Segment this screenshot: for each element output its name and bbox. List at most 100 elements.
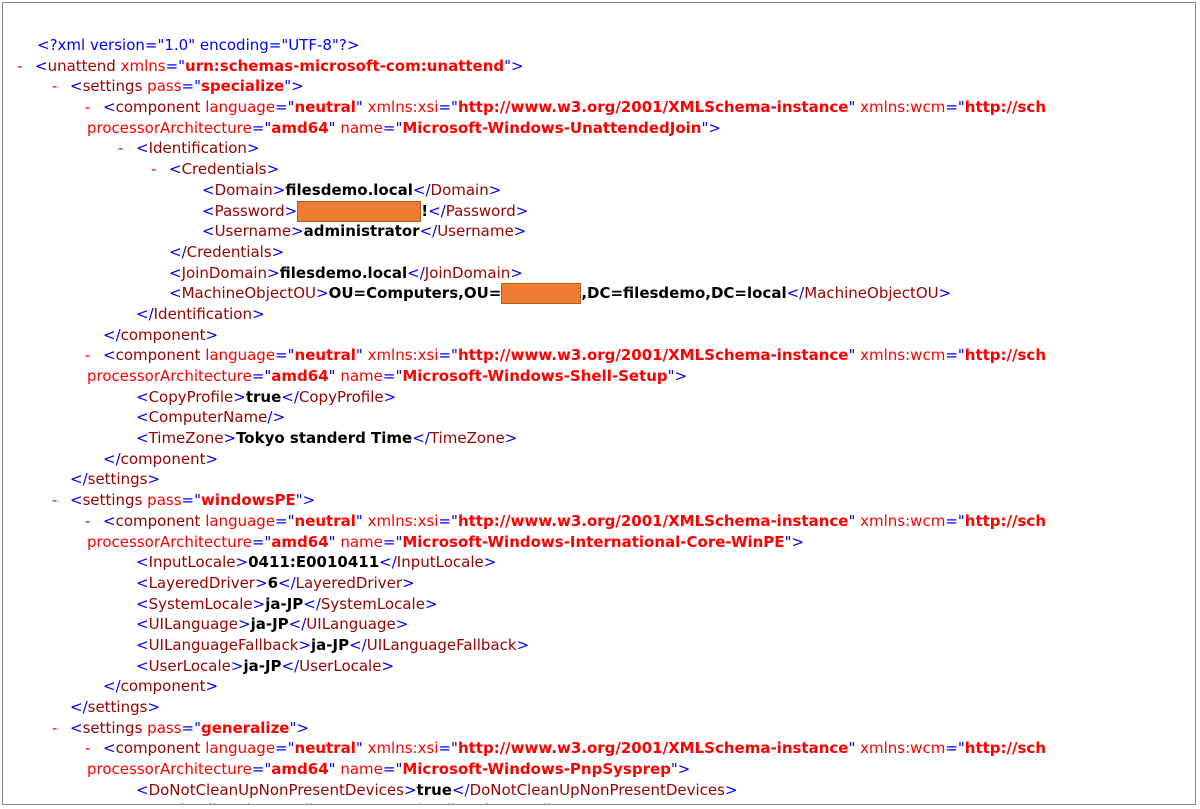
bracket: > — [246, 139, 260, 158]
xml-line-content: <UserLocale>ja-JP</UserLocale> — [136, 656, 394, 677]
tag-name: PersistAllDeviceInstalls — [387, 801, 559, 804]
bracket: </ — [103, 449, 121, 468]
collapse-toggle[interactable]: - — [85, 511, 90, 532]
computername-line: <ComputerName/> — [3, 407, 1195, 428]
attr-value: http://sch — [964, 346, 1046, 365]
element-line: <SystemLocale>ja-JP</SystemLocale> — [3, 594, 1195, 615]
element-value: filesdemo.local — [279, 263, 408, 282]
bracket: > — [302, 491, 316, 510]
tag-name: component — [115, 346, 201, 365]
bracket: </ — [103, 325, 121, 344]
xml-line-content: </component> — [103, 449, 218, 470]
bracket: > — [252, 594, 266, 613]
xml-line-content: processorArchitecture="amd64" name="Micr… — [87, 118, 721, 139]
settings-close: </settings> — [3, 469, 1195, 490]
collapse-toggle[interactable]: - — [85, 345, 90, 366]
attr-name: language — [200, 98, 276, 117]
collapse-toggle[interactable]: - — [52, 718, 57, 739]
component-open-line: - <component language="neutral" xmlns:xsi… — [3, 738, 1195, 759]
element-value: true — [334, 801, 369, 804]
bracket: > — [266, 160, 280, 179]
bracket: </ — [786, 284, 805, 303]
collapse-toggle[interactable]: - — [52, 76, 57, 97]
attr-name: xmlns:wcm — [855, 98, 946, 117]
attr-value: neutral — [294, 739, 356, 758]
bracket: </ — [103, 677, 121, 696]
identification-close: </Identification> — [3, 304, 1195, 325]
xml-line-content: <settings pass="generalize"> — [70, 718, 309, 739]
xml-line-content: processorArchitecture="amd64" name="Micr… — [87, 532, 804, 553]
collapse-toggle[interactable]: - — [151, 159, 156, 180]
attr-name: name — [340, 367, 383, 385]
xml-line-content: <LayeredDriver>6</LayeredDriver> — [136, 573, 415, 594]
xml-line-content: <PersistAllDeviceInstalls>true</PersistA… — [136, 800, 572, 804]
xml-line-content: <UILanguageFallback>ja-JP</UILanguageFal… — [136, 635, 529, 656]
punct: "> — [667, 367, 688, 385]
tag-name: settings — [82, 491, 143, 510]
bracket: > — [724, 780, 738, 799]
attr-value: neutral — [294, 98, 356, 117]
attr-name: xmlns:wcm — [855, 346, 946, 365]
attr-name: processorArchitecture — [87, 118, 252, 137]
bracket: </ — [303, 594, 321, 613]
credentials-close: </Credentials> — [3, 242, 1195, 263]
xml-declaration-line: <?xml version="1.0" encoding="UTF-8"?> — [3, 35, 1195, 56]
bracket: > — [424, 594, 438, 613]
root-open-line: - <unattend xmlns="urn:schemas-microsoft-… — [3, 56, 1195, 77]
attr-value: neutral — [294, 511, 356, 530]
bracket: < — [103, 346, 116, 365]
xml-line-content: <component language="neutral" xmlns:xsi=… — [103, 511, 1046, 532]
bracket: > — [235, 553, 249, 572]
punct: " — [328, 367, 341, 385]
punct: =" — [275, 346, 295, 365]
punct: " — [355, 511, 363, 530]
bracket: > — [504, 429, 518, 448]
xml-line-content: </component> — [103, 676, 218, 697]
bracket: < — [169, 160, 182, 179]
xml-line-content: </Identification> — [136, 304, 265, 325]
element-line: <UserLocale>ja-JP</UserLocale> — [3, 656, 1195, 677]
xml-line-content: <Credentials> — [169, 159, 279, 180]
bracket: > — [938, 284, 952, 303]
punct: =" — [438, 346, 458, 365]
punct: " — [328, 118, 341, 137]
attr-name: pass — [142, 718, 182, 737]
bracket: > — [516, 635, 530, 654]
bracket: < — [70, 491, 83, 510]
punct: =" — [251, 367, 272, 385]
xml-line-content: <ComputerName/> — [136, 407, 285, 428]
tag-name: SystemLocale — [148, 594, 253, 613]
xml-line-content: </component> — [103, 325, 218, 346]
bracket: < — [136, 801, 149, 804]
collapse-toggle[interactable]: - — [85, 97, 90, 118]
tag-name: CopyProfile — [298, 387, 384, 406]
bracket: /> — [267, 408, 286, 427]
xml-line-content: <JoinDomain>filesdemo.local</JoinDomain> — [169, 263, 523, 284]
component-attr-line: processorArchitecture="amd64" name="Micr… — [3, 532, 1195, 553]
tag-name: LayeredDriver — [148, 573, 255, 592]
xml-line-content: <Identification> — [136, 138, 260, 159]
attr-name: language — [200, 739, 276, 758]
punct: =" — [945, 346, 965, 365]
bracket: > — [147, 698, 161, 716]
bracket: > — [291, 77, 304, 96]
collapse-toggle[interactable]: - — [17, 56, 22, 77]
punct: =" — [165, 56, 186, 75]
attr-value: http://sch — [964, 739, 1046, 758]
collapse-toggle[interactable]: - — [52, 490, 57, 511]
collapse-toggle[interactable]: - — [85, 738, 90, 759]
tag-name: component — [115, 739, 201, 758]
component-open-line: - <component language="neutral" xmlns:xsi… — [3, 345, 1195, 366]
attr-value: http://sch — [964, 511, 1046, 530]
xml-line-content: </settings> — [70, 469, 160, 490]
xml-line-content: <CopyProfile>true</CopyProfile> — [136, 387, 396, 408]
bracket: </ — [288, 615, 307, 634]
username-line: <Username>administrator</Username> — [3, 221, 1195, 242]
attr-value: windowsPE — [201, 491, 296, 510]
bracket: </ — [70, 698, 88, 716]
punct: =" — [251, 118, 272, 137]
bracket: > — [403, 780, 417, 799]
tag-name: InputLocale — [148, 553, 236, 572]
bracket: < — [70, 77, 83, 96]
collapse-toggle[interactable]: - — [118, 138, 123, 159]
